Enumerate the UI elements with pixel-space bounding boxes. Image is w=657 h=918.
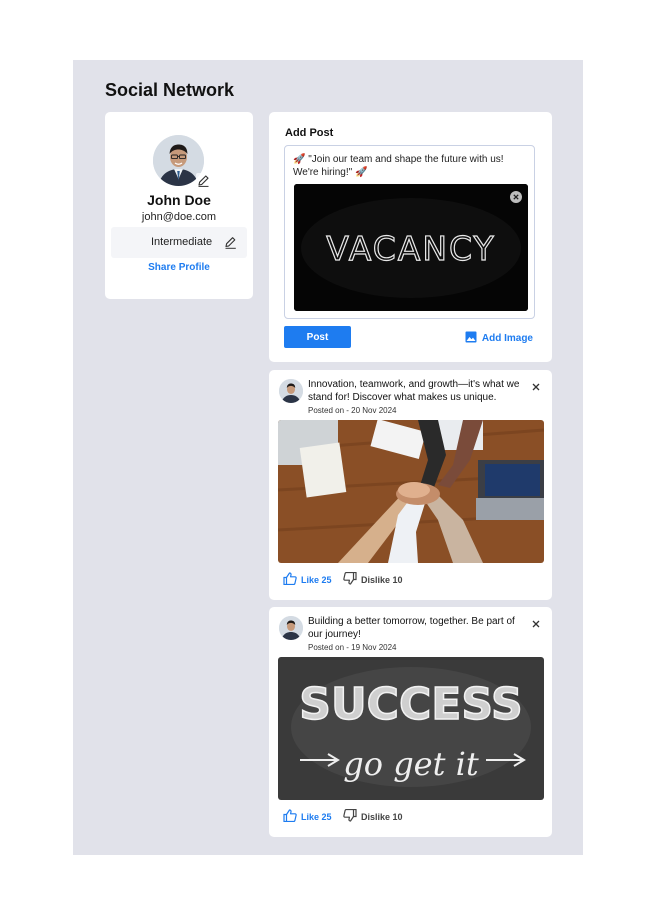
- share-profile-link[interactable]: Share Profile: [105, 262, 253, 273]
- profile-name: John Doe: [147, 192, 211, 208]
- post-date: Posted on - 19 Nov 2024: [308, 643, 397, 652]
- dislike-button[interactable]: Dislike 10: [343, 571, 403, 587]
- success-chalkboard-image: SUCCESS go get it: [278, 657, 544, 800]
- like-button[interactable]: Like 25: [283, 809, 332, 824]
- close-post-icon[interactable]: [531, 616, 541, 628]
- go-get-it-image-word: go get it: [343, 745, 479, 783]
- close-post-icon[interactable]: [531, 379, 541, 391]
- thumbs-up-icon: [283, 572, 297, 587]
- post-draft-text[interactable]: 🚀 "Join our team and shape the future wi…: [293, 153, 525, 179]
- image-icon: [465, 331, 477, 346]
- vacancy-chalkboard-image: VACANCY: [294, 184, 528, 311]
- post-text: Building a better tomorrow, together. Be…: [308, 616, 515, 640]
- profile-avatar-wrap: [153, 135, 211, 188]
- page-title: Social Network: [105, 80, 235, 100]
- profile-card: John Doe john@doe.com Intermediate Share…: [105, 112, 253, 299]
- post-author-avatar: [279, 379, 303, 403]
- add-image-label: Add Image: [481, 333, 533, 344]
- dislike-label: Dislike 10: [361, 574, 403, 585]
- post-composer[interactable]: 🚀 "Join our team and shape the future wi…: [284, 145, 535, 319]
- post-image: SUCCESS go get it: [278, 657, 544, 800]
- like-label: Like 25: [301, 811, 332, 822]
- edit-avatar-pencil-icon[interactable]: [196, 173, 211, 188]
- add-image-button[interactable]: Add Image: [465, 331, 533, 346]
- thumbs-up-icon: [283, 809, 297, 824]
- add-post-title: Add Post: [285, 127, 334, 139]
- dislike-button[interactable]: Dislike 10: [343, 808, 403, 824]
- edit-level-pencil-icon[interactable]: [223, 235, 238, 250]
- thumbs-down-icon: [343, 571, 357, 587]
- post-button[interactable]: Post: [284, 326, 351, 348]
- like-button[interactable]: Like 25: [283, 572, 332, 587]
- feed-post: Innovation, teamwork, and growth—it's wh…: [269, 370, 552, 600]
- post-image: [278, 420, 544, 563]
- dislike-label: Dislike 10: [361, 811, 403, 822]
- post-author-avatar: [279, 616, 303, 640]
- app-canvas: Social Network John Doe john@doe.com Int…: [73, 60, 583, 855]
- remove-image-close-icon[interactable]: [510, 190, 522, 203]
- vacancy-image-word: VACANCY: [326, 229, 495, 268]
- profile-level: Intermediate: [151, 236, 213, 248]
- add-post-card: Add Post 🚀 "Join our team and shape the …: [269, 112, 552, 362]
- post-draft-image: VACANCY: [294, 184, 528, 311]
- profile-email: john@doe.com: [141, 211, 217, 223]
- like-label: Like 25: [301, 574, 332, 585]
- thumbs-down-icon: [343, 808, 357, 824]
- teamwork-hands-image: [278, 420, 544, 563]
- post-text: Innovation, teamwork, and growth—it's wh…: [308, 379, 520, 403]
- feed-post: Building a better tomorrow, together. Be…: [269, 607, 552, 837]
- profile-level-row: Intermediate: [111, 227, 247, 258]
- success-image-word: SUCCESS: [299, 679, 522, 730]
- post-date: Posted on - 20 Nov 2024: [308, 406, 397, 415]
